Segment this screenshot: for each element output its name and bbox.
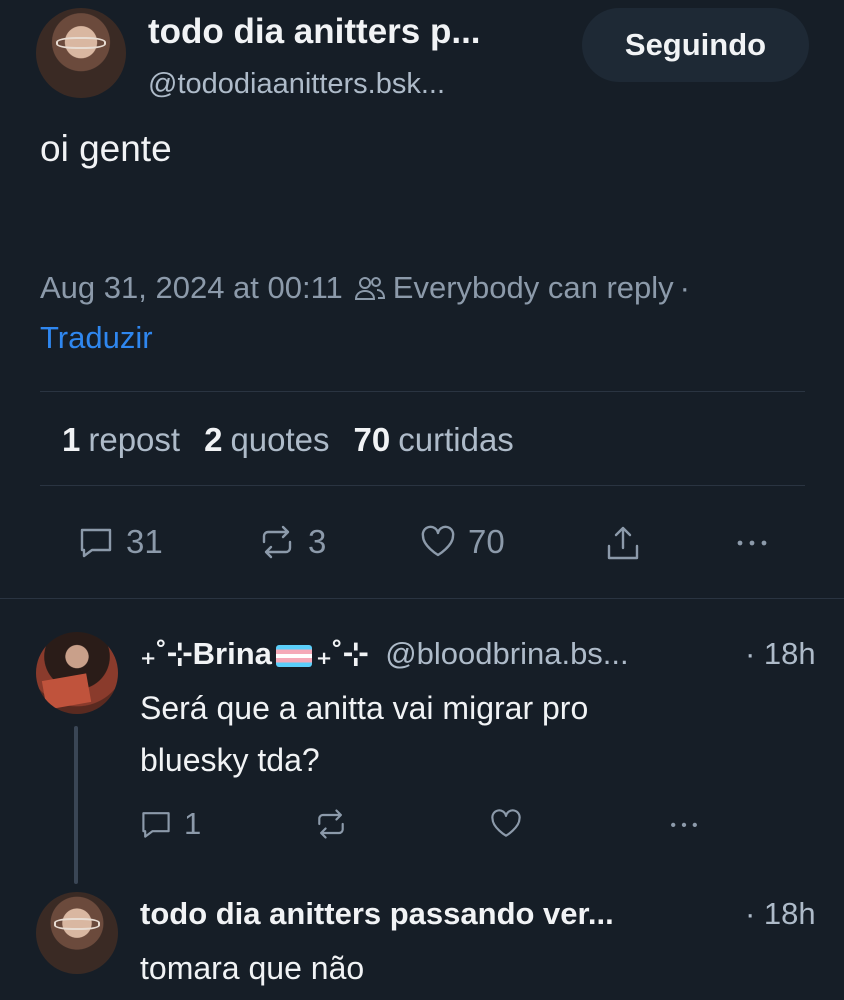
reposts-label: repost: [88, 421, 181, 458]
speech-bubble-icon: [80, 528, 112, 558]
more-options-button[interactable]: [732, 522, 772, 562]
reply-avatar[interactable]: [36, 632, 118, 714]
post-stats: 1 repost 2 quotes 70 curtidas: [62, 421, 514, 459]
heart-icon: [421, 525, 455, 557]
reply-author-name[interactable]: todo dia anitters passando ver...: [140, 896, 614, 931]
reply-header: todo dia anitters passando ver...: [140, 896, 614, 932]
reply-count: 31: [126, 523, 163, 560]
quotes-count: 2: [204, 421, 223, 458]
repost-button[interactable]: 3: [256, 522, 326, 562]
likes-label: curtidas: [398, 421, 514, 458]
repost-arrows-icon: [318, 809, 344, 839]
reposts-count: 1: [62, 421, 81, 458]
post-timestamp: Aug 31, 2024 at 00:11: [40, 270, 343, 305]
author-display-name[interactable]: todo dia anitters p...: [148, 12, 481, 52]
reply-author-handle[interactable]: @bloodbrina.bs...: [385, 636, 628, 671]
trans-flag-icon: [275, 644, 312, 667]
quotes-label: quotes: [230, 421, 330, 458]
quotes-stat[interactable]: 2 quotes: [204, 421, 329, 459]
reply-author-name[interactable]: ₊˚⊹Brina: [140, 636, 272, 671]
post-meta: Aug 31, 2024 at 00:11 Everybody can repl…: [40, 270, 690, 306]
reposts-stat[interactable]: 1 repost: [62, 421, 180, 459]
reply-time: · 18h: [745, 896, 816, 931]
meta-separator: ·: [679, 270, 690, 305]
share-button[interactable]: [603, 522, 643, 564]
reply-text-line: Será que a anitta vai migrar pro: [140, 690, 589, 726]
translate-link[interactable]: Traduzir: [40, 320, 153, 356]
reply-button[interactable]: 31: [76, 522, 163, 562]
divider: [40, 485, 805, 486]
repost-count: 3: [308, 523, 327, 560]
like-count: 70: [468, 523, 505, 560]
reply-time: · 18h: [745, 636, 816, 671]
reply-avatar[interactable]: [36, 892, 118, 974]
post-text: oi gente: [40, 128, 172, 169]
avatar-glasses-detail: [54, 918, 100, 930]
reply-like-button[interactable]: [488, 806, 524, 842]
avatar-book-detail: [42, 673, 92, 710]
share-upload-icon: [607, 526, 639, 560]
thread-line: [74, 726, 78, 884]
ellipsis-icon: [737, 540, 767, 546]
likes-stat[interactable]: 70 curtidas: [354, 421, 514, 459]
reply-setting[interactable]: Everybody can reply: [393, 270, 674, 306]
section-divider: [0, 598, 844, 599]
reply-header: ₊˚⊹Brina ₊˚⊹ @bloodbrina.bs...: [140, 636, 629, 672]
reply-repost-button[interactable]: [312, 806, 350, 842]
author-avatar[interactable]: [36, 8, 126, 98]
speech-bubble-icon: [142, 812, 170, 838]
divider: [40, 391, 805, 392]
reply-text: tomara que não: [140, 950, 365, 986]
reply-reply-button[interactable]: 1: [138, 806, 201, 842]
ellipsis-icon: [671, 822, 697, 828]
reply-text: Será que a anitta vai migrar pro bluesky…: [140, 682, 588, 786]
author-handle[interactable]: @tododiaanitters.bsk...: [148, 68, 445, 101]
reply-author-name-suffix: ₊˚⊹: [315, 636, 369, 671]
people-icon: [354, 277, 385, 300]
like-button[interactable]: 70: [418, 522, 505, 562]
following-button[interactable]: Seguindo: [582, 8, 809, 82]
reply-text-line: bluesky tda?: [140, 742, 320, 778]
repost-arrows-icon: [262, 525, 292, 559]
reply-reply-count: 1: [184, 806, 202, 841]
heart-icon: [491, 809, 521, 837]
avatar-glasses-detail: [55, 36, 107, 50]
reply-more-button[interactable]: [664, 806, 704, 842]
likes-count: 70: [353, 421, 391, 458]
